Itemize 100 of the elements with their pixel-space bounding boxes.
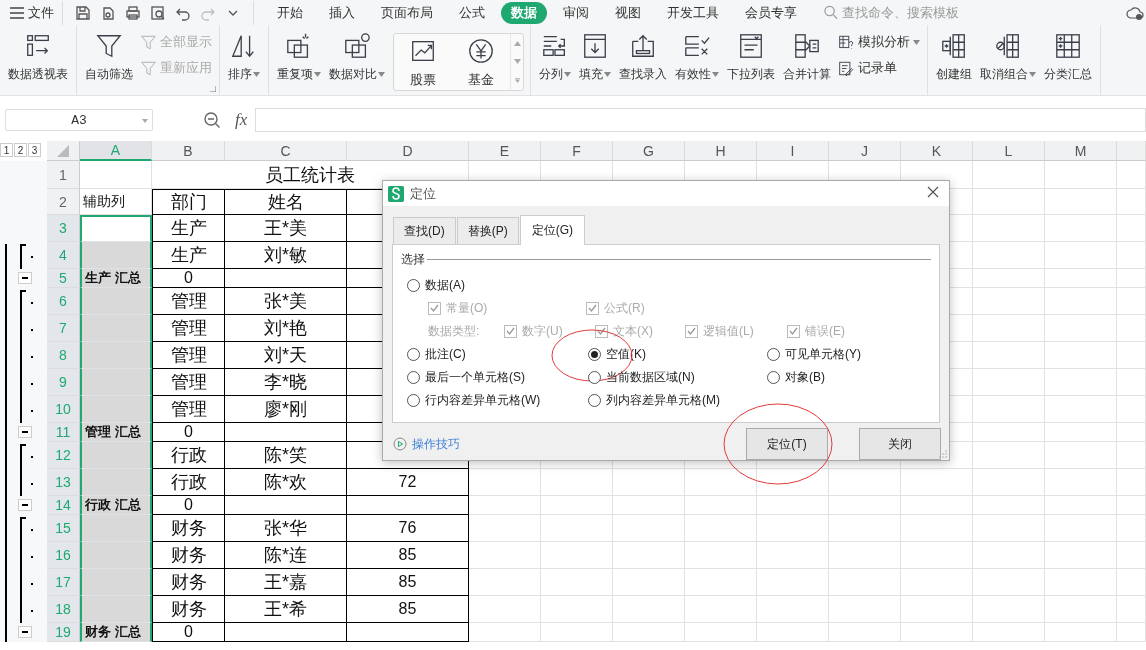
table-cell: 王*希 (225, 596, 347, 623)
function-label[interactable]: fx (235, 110, 248, 130)
ribbon-button[interactable]: 取消组合 (976, 30, 1040, 85)
table-cell: 刘*天 (225, 342, 347, 369)
gallery-item[interactable]: 股票 (394, 34, 452, 90)
row-number[interactable]: 2 (47, 189, 80, 215)
table-cell: 李*晓 (225, 369, 347, 396)
type-label: 数据类型: (428, 323, 481, 340)
radio-option[interactable]: 批注(C) (407, 346, 466, 363)
row-number[interactable]: 1 (47, 161, 80, 189)
ribbon-tab[interactable]: 审阅 (553, 1, 599, 24)
table-cell: 0 (152, 623, 225, 642)
table-cell: 陈*欢 (225, 469, 347, 496)
column-header[interactable]: H (685, 141, 757, 161)
ribbon-button[interactable]: 排序 (224, 30, 264, 85)
table-cell: 姓名 (225, 189, 347, 215)
ribbon-tab[interactable]: 公式 (449, 1, 495, 24)
column-header[interactable]: M (1045, 141, 1117, 161)
radio-option[interactable]: 最后一个单元格(S) (407, 369, 525, 386)
table-cell: 廖*刚 (225, 396, 347, 423)
table-cell: 72 (347, 469, 469, 496)
table-cell: 财务 (152, 596, 225, 623)
ribbon-button[interactable]: 记录单 (835, 57, 923, 79)
outline-level-button[interactable]: 2 (14, 143, 27, 157)
column-header[interactable]: I (757, 141, 829, 161)
table-cell: 管理 汇总 (80, 423, 152, 442)
ribbon-button[interactable]: 查找录入 (615, 30, 671, 85)
ribbon-button[interactable]: 合并计算 (779, 30, 835, 85)
outline-level-button[interactable]: 1 (0, 143, 13, 157)
column-header[interactable]: B (152, 141, 225, 161)
table-cell: 85 (347, 596, 469, 623)
table-cell: 管理 (152, 342, 225, 369)
outline-level-button[interactable]: 3 (28, 143, 41, 157)
column-header[interactable]: G (613, 141, 685, 161)
table-cell: 0 (152, 423, 225, 442)
table-cell: 王*美 (225, 215, 347, 242)
ribbon-button[interactable]: 分类汇总 (1040, 30, 1096, 85)
ribbon-button[interactable]: 创建组 (932, 30, 976, 85)
ribbon-button[interactable]: 自动筛选 (81, 30, 137, 85)
tips-link[interactable]: 操作技巧 (393, 435, 460, 453)
radio-option[interactable]: 当前数据区域(N) (588, 369, 695, 386)
ribbon-button[interactable]: 数据对比 (325, 30, 389, 85)
table-cell: 管理 (152, 369, 225, 396)
table-cell: 陈*连 (225, 542, 347, 569)
table-cell: 0 (152, 269, 225, 288)
column-header[interactable]: C (225, 141, 347, 161)
ribbon-tab[interactable]: 视图 (605, 1, 651, 24)
ribbon-button[interactable]: 数据透视表 (4, 30, 72, 85)
ribbon-tab[interactable]: 页面布局 (371, 1, 443, 24)
name-box[interactable]: A3 (5, 109, 153, 131)
file-menu[interactable]: 文件 (0, 0, 63, 25)
table-cell: 行政 (152, 469, 225, 496)
ribbon-button[interactable]: 重复项 (273, 30, 325, 85)
search-field[interactable]: 查找命令、搜索模板 (824, 4, 994, 21)
table-cell: 85 (347, 569, 469, 596)
ribbon-button[interactable]: 有效性 (671, 30, 723, 85)
column-header[interactable]: F (541, 141, 613, 161)
table-cell: 行政 (152, 442, 225, 469)
dialog-button[interactable]: 关闭 (859, 428, 941, 460)
gallery-item[interactable]: 基金 (452, 34, 510, 90)
table-cell: 张*美 (225, 288, 347, 315)
column-header[interactable]: K (901, 141, 973, 161)
dialog-button[interactable]: 定位(T) (746, 428, 828, 460)
ribbon-tab[interactable]: 开发工具 (657, 1, 729, 24)
group-label: 选择 (401, 251, 425, 268)
radio-option[interactable]: 可见单元格(Y) (767, 346, 861, 363)
column-header[interactable]: D (347, 141, 469, 161)
dialog-tab[interactable]: 查找(D) (393, 217, 456, 244)
radio-option[interactable]: 行内容差异单元格(W) (407, 392, 541, 409)
table-cell: 刘*艳 (225, 315, 347, 342)
ribbon-tab[interactable]: 会员专享 (735, 1, 807, 24)
table-cell: 陈*笑 (225, 442, 347, 469)
table-cell: 0 (152, 496, 225, 515)
dialog-tab[interactable]: 定位(G) (519, 215, 585, 245)
table-cell: 管理 (152, 396, 225, 423)
radio-option[interactable]: 列内容差异单元格(M) (588, 392, 720, 409)
radio-option[interactable]: 空值(K) (588, 346, 646, 363)
ribbon-button[interactable]: 填充 (575, 30, 615, 85)
ribbon-tab[interactable]: 开始 (267, 1, 313, 24)
table-cell: 财务 (152, 569, 225, 596)
table-cell: 85 (347, 542, 469, 569)
ribbon-tab[interactable]: 插入 (319, 1, 365, 24)
table-cell: 财务 (152, 542, 225, 569)
table-cell: 刘*敏 (225, 242, 347, 269)
table-cell: 王*嘉 (225, 569, 347, 596)
table-cell: 部门 (152, 189, 225, 215)
table-cell: 财务 (152, 515, 225, 542)
ribbon-button[interactable]: 下拉列表 (723, 30, 779, 85)
ribbon-button[interactable]: 分列 (535, 30, 575, 85)
table-cell: 76 (347, 515, 469, 542)
column-header[interactable]: J (829, 141, 901, 161)
column-header[interactable]: E (469, 141, 541, 161)
column-header[interactable]: L (973, 141, 1045, 161)
dialog-tab[interactable]: 替换(P) (456, 217, 519, 244)
ribbon-button[interactable]: 模拟分析 (835, 31, 923, 53)
table-cell: 生产 (152, 242, 225, 269)
radio-option[interactable]: 数据(A) (407, 277, 465, 294)
table-cell: 生产 汇总 (80, 269, 152, 288)
radio-option[interactable]: 对象(B) (767, 369, 825, 386)
table-cell: 财务 汇总 (80, 623, 152, 642)
